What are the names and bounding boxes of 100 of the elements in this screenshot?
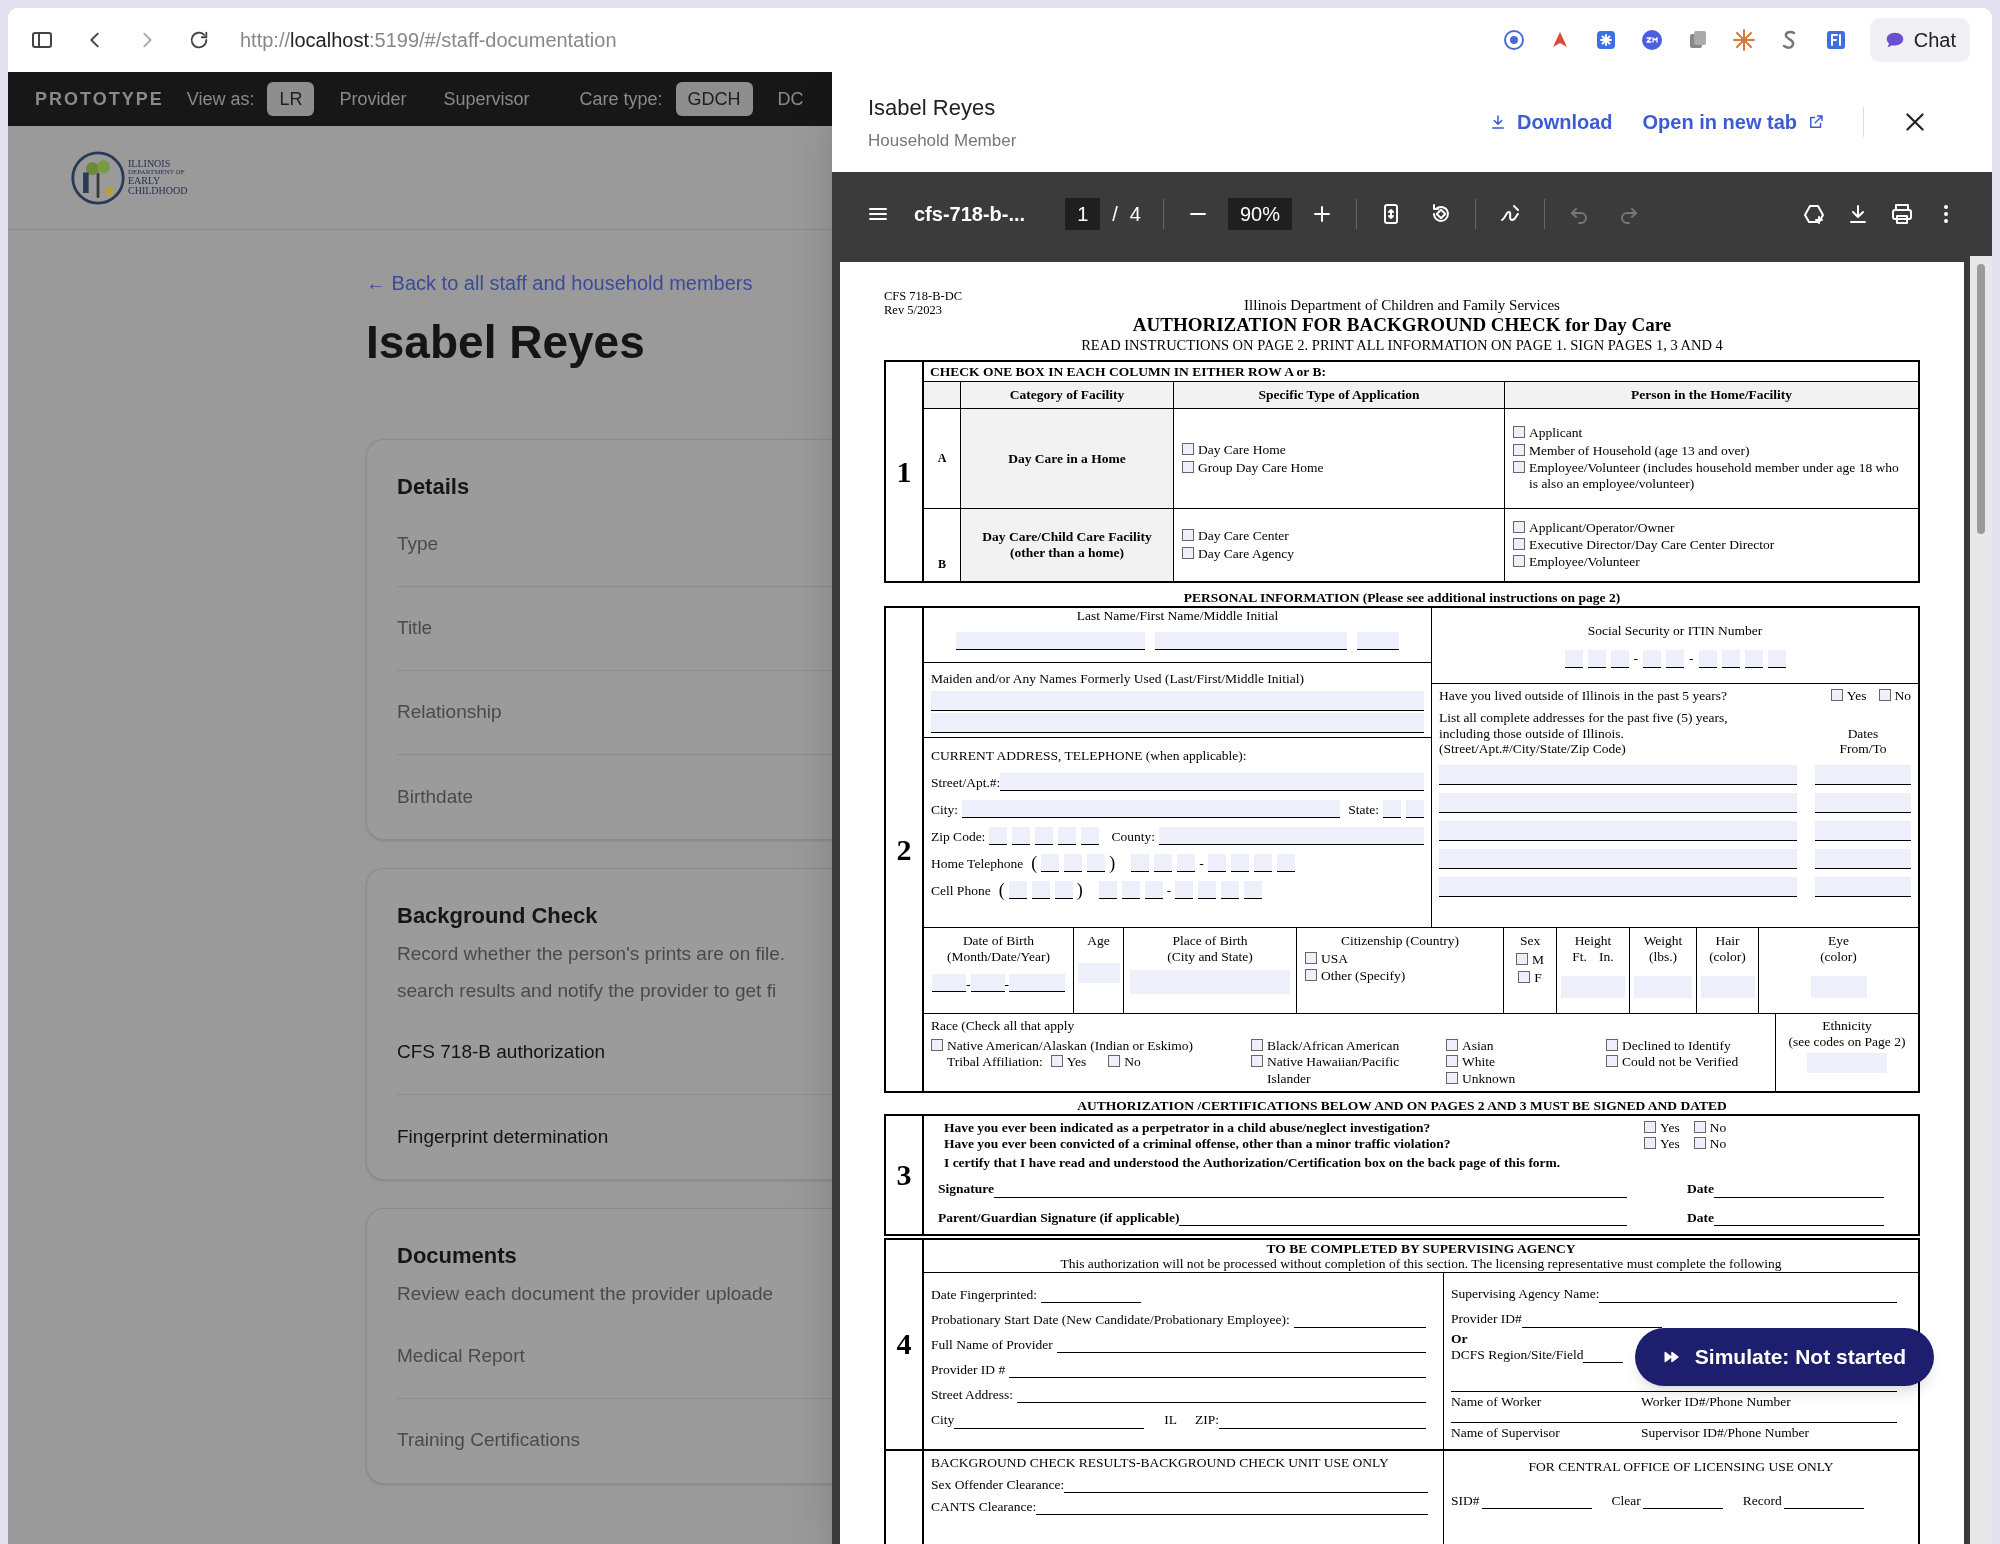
form-label: Full Name of Provider bbox=[931, 1336, 1053, 1354]
dash: - bbox=[966, 976, 971, 993]
digit-box[interactable] bbox=[1154, 854, 1173, 873]
form-label: Eye (color) bbox=[1820, 933, 1857, 965]
checkbox[interactable] bbox=[1644, 1137, 1656, 1150]
digit-box[interactable] bbox=[1230, 854, 1249, 873]
digit-box[interactable] bbox=[1207, 854, 1226, 873]
view-toggle[interactable]: DC bbox=[765, 82, 816, 116]
checkbox[interactable] bbox=[1251, 1039, 1263, 1052]
form-label: Sex Offender Clearance: bbox=[931, 1476, 1065, 1493]
checkbox[interactable] bbox=[1644, 1120, 1656, 1133]
checkbox[interactable] bbox=[1513, 538, 1525, 551]
checkbox[interactable] bbox=[1251, 1055, 1263, 1068]
digit-box[interactable] bbox=[1041, 854, 1060, 873]
logo-text: CHILDHOOD bbox=[128, 186, 188, 196]
checkbox[interactable] bbox=[1182, 460, 1194, 473]
digit-box[interactable] bbox=[1131, 854, 1150, 873]
checkbox[interactable] bbox=[1182, 547, 1194, 560]
checkbox-label: Native Hawaiian/Pacific Islander bbox=[1267, 1054, 1400, 1087]
digit-box[interactable] bbox=[1008, 881, 1027, 900]
checkbox[interactable] bbox=[931, 1039, 943, 1052]
checkbox[interactable] bbox=[1182, 442, 1194, 455]
digit-box[interactable] bbox=[1698, 649, 1717, 668]
checkbox[interactable] bbox=[1513, 460, 1525, 473]
digit-box[interactable] bbox=[1276, 854, 1295, 873]
checkbox[interactable] bbox=[1108, 1055, 1121, 1068]
digit-box[interactable] bbox=[1221, 881, 1240, 900]
checkbox[interactable] bbox=[1878, 689, 1891, 702]
checkbox[interactable] bbox=[1513, 520, 1525, 533]
field-label: Last Name/First Name/Middle Initial bbox=[1076, 608, 1279, 625]
digit-box[interactable] bbox=[1198, 881, 1217, 900]
checkbox[interactable] bbox=[1693, 1120, 1706, 1133]
digit-box[interactable] bbox=[1253, 854, 1272, 873]
digit-box[interactable] bbox=[1058, 827, 1077, 846]
extension-icon[interactable] bbox=[1639, 28, 1664, 52]
view-toggle[interactable]: Provider bbox=[327, 82, 419, 116]
field-label: Relationship bbox=[397, 700, 502, 725]
digit-box[interactable] bbox=[1054, 881, 1073, 900]
digit-box[interactable] bbox=[1406, 800, 1424, 819]
section-heading: PERSONAL INFORMATION (Please see additional instructions on page 2) bbox=[1182, 591, 1622, 607]
digit-box[interactable] bbox=[1175, 881, 1194, 900]
checkbox[interactable] bbox=[1182, 529, 1194, 541]
checkbox[interactable] bbox=[1050, 1055, 1063, 1068]
digit-box[interactable] bbox=[989, 827, 1008, 846]
section-number: 4 bbox=[896, 1326, 912, 1363]
digit-box[interactable] bbox=[1035, 827, 1054, 846]
checkbox[interactable] bbox=[1830, 689, 1843, 702]
digit-box[interactable] bbox=[1610, 649, 1629, 668]
checkbox[interactable] bbox=[1446, 1055, 1458, 1068]
chat-button[interactable]: Chat bbox=[1869, 18, 1970, 62]
row-category: Day Care in a Home bbox=[1008, 450, 1126, 467]
checkbox[interactable] bbox=[1305, 951, 1317, 964]
extension-icon[interactable] bbox=[1731, 28, 1756, 52]
checkbox[interactable] bbox=[1606, 1055, 1618, 1068]
digit-box[interactable] bbox=[1587, 649, 1606, 668]
digit-box[interactable] bbox=[1031, 881, 1050, 900]
fill-in-line[interactable] bbox=[1451, 1422, 1897, 1424]
download-link[interactable]: Download bbox=[1489, 107, 1613, 137]
checkbox-label: Unknown bbox=[1462, 1070, 1516, 1087]
checkbox[interactable] bbox=[1693, 1137, 1706, 1150]
checkbox[interactable] bbox=[1513, 443, 1525, 456]
print-icon[interactable] bbox=[1890, 202, 1914, 226]
digit-box[interactable] bbox=[1144, 881, 1163, 900]
form-label: IL bbox=[1164, 1412, 1177, 1429]
digit-box[interactable] bbox=[1064, 854, 1083, 873]
digit-box[interactable] bbox=[1244, 881, 1263, 900]
digit-box[interactable] bbox=[1012, 827, 1031, 846]
digit-box[interactable] bbox=[1767, 649, 1786, 668]
checkbox-label: No bbox=[1709, 1119, 1727, 1137]
checkbox[interactable] bbox=[1518, 971, 1531, 984]
view-toggle[interactable]: Supervisor bbox=[431, 82, 542, 116]
checkbox[interactable] bbox=[1446, 1039, 1458, 1052]
digit-box[interactable] bbox=[1383, 800, 1401, 819]
digit-box[interactable] bbox=[1087, 854, 1106, 873]
simulate-button[interactable]: Simulate: Not started bbox=[1634, 1328, 1934, 1386]
checkbox[interactable] bbox=[1513, 555, 1525, 568]
form-label: Tribal Affiliation: bbox=[947, 1054, 1043, 1071]
digit-box[interactable] bbox=[1666, 649, 1684, 668]
checkbox[interactable] bbox=[1305, 969, 1317, 982]
page-number-field[interactable]: 1 bbox=[1065, 198, 1101, 230]
address-bar[interactable]: http://localhost:5199/#/staff-documentation bbox=[240, 25, 1472, 55]
digit-box[interactable] bbox=[1121, 881, 1140, 900]
zoom-field[interactable]: 90% bbox=[1227, 198, 1292, 230]
view-toggle[interactable]: GDCH bbox=[675, 82, 753, 116]
checkbox[interactable] bbox=[1516, 952, 1528, 965]
digit-box[interactable] bbox=[1744, 649, 1763, 668]
checkbox[interactable] bbox=[1606, 1039, 1618, 1052]
checkbox[interactable] bbox=[1446, 1071, 1458, 1084]
checkbox-label: Member of Household (age 13 and over) bbox=[1529, 442, 1750, 459]
digit-box[interactable] bbox=[1564, 649, 1583, 668]
digit-box[interactable] bbox=[1721, 649, 1740, 668]
checkbox[interactable] bbox=[1513, 426, 1525, 439]
digit-box[interactable] bbox=[1098, 881, 1117, 900]
open-new-tab-link[interactable]: Open in new tab bbox=[1642, 107, 1825, 137]
digit-box[interactable] bbox=[1643, 649, 1661, 668]
view-toggle[interactable]: LR bbox=[267, 82, 315, 116]
reload-icon[interactable] bbox=[188, 29, 210, 51]
extension-icon[interactable] bbox=[1501, 28, 1526, 52]
digit-box[interactable] bbox=[1177, 854, 1196, 873]
digit-box[interactable] bbox=[1081, 827, 1100, 846]
